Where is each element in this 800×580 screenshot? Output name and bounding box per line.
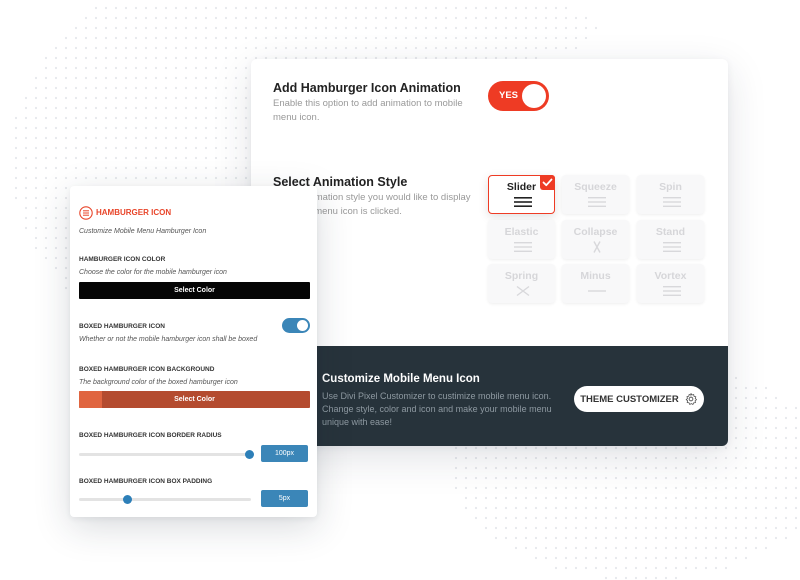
hamburger-icon	[514, 197, 532, 207]
border-radius-slider-handle[interactable]	[245, 450, 254, 459]
style-label: Collapse	[573, 226, 618, 238]
style-tile-stand[interactable]: Stand	[637, 220, 704, 259]
boxed-toggle[interactable]	[282, 318, 310, 333]
style-tile-spring[interactable]: Spring	[488, 264, 555, 303]
box-padding-slider-track[interactable]	[79, 498, 251, 501]
style-tile-vortex[interactable]: Vortex	[637, 264, 704, 303]
customizer-footer: Customize Mobile Menu Icon Use Divi Pixe…	[251, 346, 728, 446]
footer-title: Customize Mobile Menu Icon	[322, 373, 480, 385]
animation-settings-card: Add Hamburger Icon Animation Enable this…	[251, 59, 728, 446]
animation-description: Enable this option to add animation to m…	[273, 98, 463, 123]
animation-style-grid: Slider Squeeze Spin Elastic Collapse Sta…	[488, 175, 704, 305]
hamburger-icon	[663, 286, 681, 296]
box-background-label: BOXED HAMBURGER ICON BACKGROUND	[79, 366, 215, 373]
style-label: Spring	[504, 270, 539, 282]
box-background-select-button[interactable]: Select Color	[79, 391, 310, 408]
icon-color-description: Choose the color for the mobile hamburge…	[79, 269, 227, 276]
toggle-yes-label: YES	[499, 90, 519, 101]
animation-title: Add Hamburger Icon Animation	[273, 81, 461, 95]
box-padding-value[interactable]: 5px	[261, 490, 308, 507]
hamburger-icon	[663, 197, 681, 207]
gear-icon	[685, 393, 697, 405]
x-icon	[593, 241, 601, 253]
style-tile-spin[interactable]: Spin	[637, 175, 704, 214]
hamburger-icon	[663, 242, 681, 252]
hamburger-icon	[588, 197, 606, 207]
icon-color-select-button[interactable]: Select Color	[79, 282, 310, 299]
style-label: Minus	[580, 270, 611, 282]
border-radius-label: BOXED HAMBURGER ICON BORDER RADIUS	[79, 432, 222, 439]
style-tile-elastic[interactable]: Elastic	[488, 220, 555, 259]
hamburger-settings-panel: HAMBURGER ICON Customize Mobile Menu Ham…	[70, 186, 317, 517]
style-label: Stand	[655, 226, 686, 238]
box-padding-label: BOXED HAMBURGER ICON BOX PADDING	[79, 478, 213, 485]
icon-color-label: HAMBURGER ICON COLOR	[79, 256, 166, 263]
toggle-knob	[522, 84, 546, 108]
style-label: Squeeze	[574, 181, 617, 193]
panel-header: HAMBURGER ICON	[96, 208, 172, 217]
theme-customizer-label: THEME CUSTOMIZER	[580, 393, 679, 405]
select-color-label: Select Color	[174, 396, 215, 403]
animation-toggle[interactable]: YES	[488, 81, 549, 111]
border-radius-value[interactable]: 100px	[261, 445, 308, 462]
boxed-description: Whether or not the mobile hamburger icon…	[79, 336, 258, 343]
footer-description: Use Divi Pixel Customizer to custimize m…	[322, 391, 552, 427]
style-label: Vortex	[654, 270, 687, 282]
border-radius-slider-track[interactable]	[79, 453, 251, 456]
x-icon	[516, 285, 530, 297]
style-tile-slider[interactable]: Slider	[488, 175, 555, 214]
select-color-label: Select Color	[174, 287, 215, 294]
style-label: Elastic	[504, 226, 539, 238]
style-label: Spin	[659, 181, 682, 193]
hamburger-icon	[514, 242, 532, 252]
box-background-description: The background color of the boxed hambur…	[79, 379, 238, 386]
toggle-knob	[297, 320, 308, 331]
boxed-label: BOXED HAMBURGER ICON	[79, 323, 165, 330]
box-padding-slider-handle[interactable]	[122, 495, 132, 504]
selected-check-icon	[540, 175, 555, 190]
panel-subtitle: Customize Mobile Menu Hamburger Icon	[79, 228, 207, 235]
style-tile-squeeze[interactable]: Squeeze	[562, 175, 629, 214]
style-tile-collapse[interactable]: Collapse	[562, 220, 629, 259]
theme-customizer-button[interactable]: THEME CUSTOMIZER	[574, 386, 704, 412]
hamburger-circle-icon	[79, 206, 93, 220]
minus-icon	[588, 290, 606, 292]
style-tile-minus[interactable]: Minus	[562, 264, 629, 303]
color-swatch	[79, 391, 102, 408]
